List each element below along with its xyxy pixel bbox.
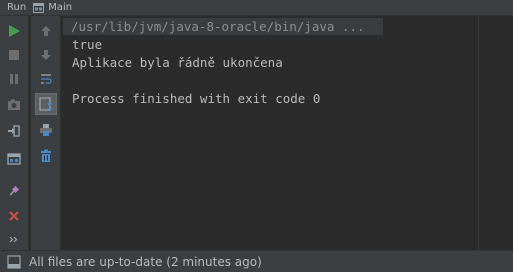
run-tool-window-header: Run Main xyxy=(0,0,513,16)
pin-icon[interactable] xyxy=(4,181,24,201)
run-toolbar-secondary xyxy=(31,16,61,250)
camera-icon[interactable] xyxy=(4,95,24,115)
application-icon xyxy=(33,2,45,13)
exit-icon[interactable] xyxy=(4,121,24,141)
print-icon[interactable] xyxy=(36,120,56,140)
run-label: Run xyxy=(7,2,27,13)
down-arrow-icon[interactable] xyxy=(36,45,56,65)
pause-icon[interactable] xyxy=(4,69,24,89)
status-bar: All files are up-to-date (2 minutes ago) xyxy=(0,250,513,272)
rerun-icon[interactable] xyxy=(4,21,24,41)
soft-wrap-icon[interactable] xyxy=(36,69,56,89)
console-line: Process finished with exit code 0 xyxy=(72,91,321,106)
command-line-text: /usr/lib/jvm/java-8-oracle/bin/java ... xyxy=(71,19,365,34)
up-arrow-icon[interactable] xyxy=(36,21,56,41)
status-text: All files are up-to-date (2 minutes ago) xyxy=(29,254,262,269)
run-tab-main[interactable]: Main xyxy=(48,2,72,13)
trash-icon[interactable] xyxy=(36,146,56,166)
layout-icon[interactable] xyxy=(4,149,24,169)
scroll-to-end-icon[interactable] xyxy=(35,93,57,115)
console-line: true xyxy=(72,37,103,52)
command-line-banner: /usr/lib/jvm/java-8-oracle/bin/java ... xyxy=(63,18,383,35)
run-toolbar-primary xyxy=(0,16,29,250)
tool-window-toggle-icon[interactable] xyxy=(7,254,21,269)
stop-icon[interactable] xyxy=(4,45,24,65)
console-line: Aplikace byla řádně ukončena xyxy=(72,55,283,70)
console-output[interactable] xyxy=(61,16,478,250)
console-right-gutter xyxy=(478,16,513,250)
more-icon[interactable] xyxy=(4,229,24,249)
close-icon[interactable] xyxy=(4,206,24,226)
